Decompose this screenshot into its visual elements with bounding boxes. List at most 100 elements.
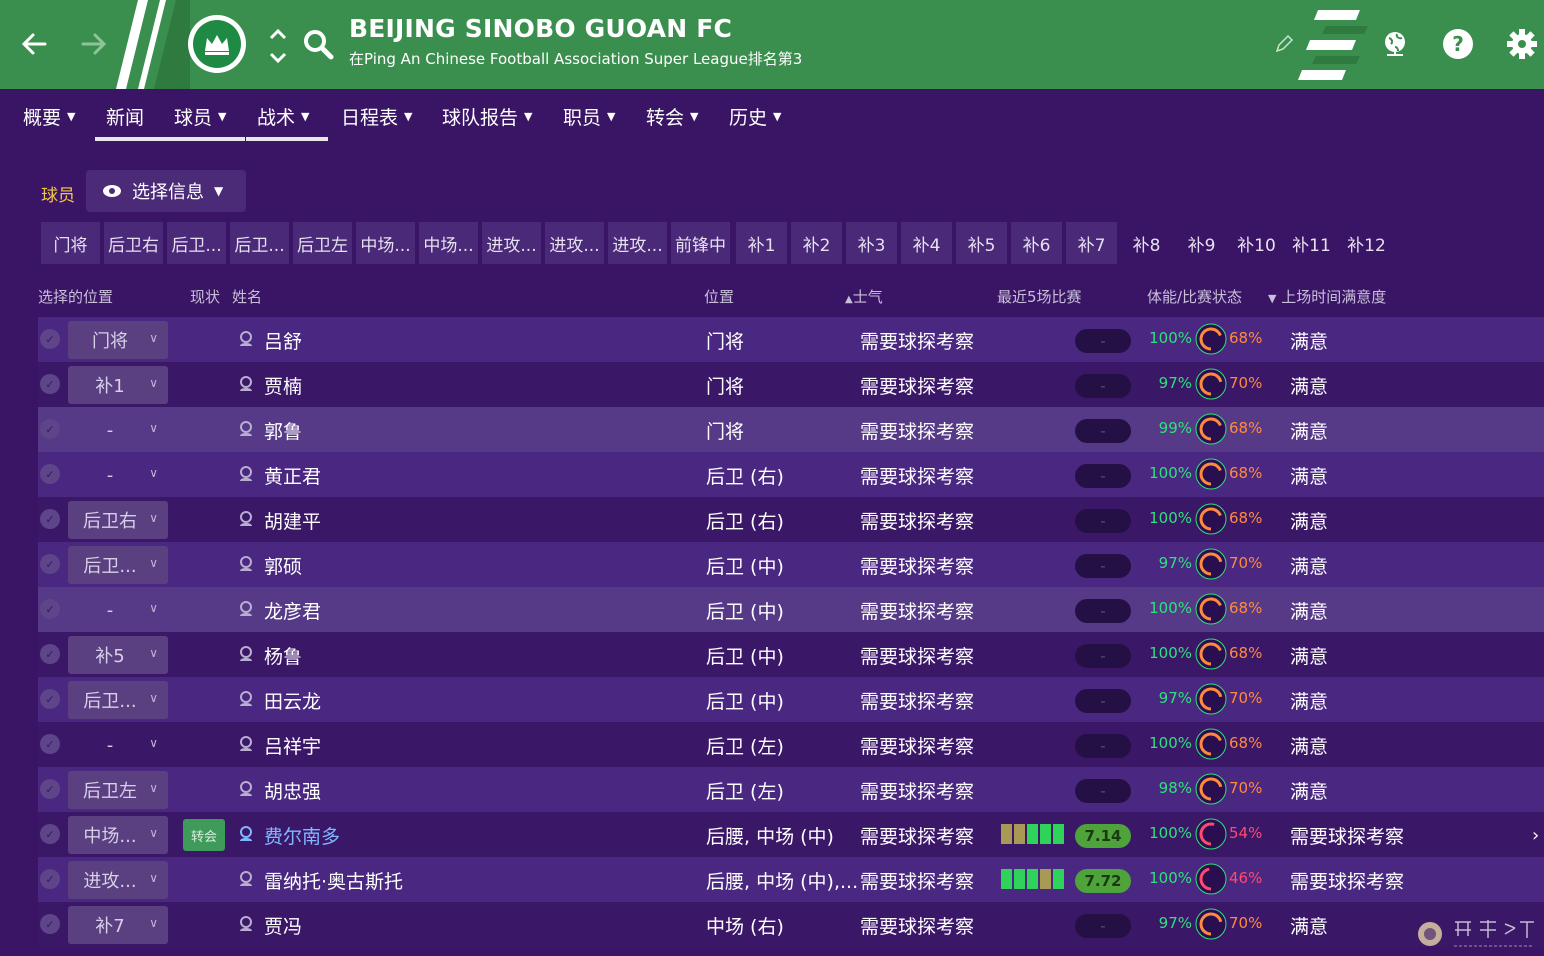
menu-tactics[interactable]: 战术 ▼ <box>257 103 309 130</box>
header-condition[interactable]: 体能/比赛状态 <box>1147 286 1242 307</box>
table-row[interactable]: ✓ - ∨ 吕祥宇 后卫 (左) 需要球探考察 100% 68% 满意 - <box>38 722 1544 767</box>
transfer-status-badge[interactable]: 转会 <box>183 819 225 851</box>
header-playing-time[interactable]: ▼ 上场时间满意度 <box>1268 286 1386 307</box>
checkmark-icon[interactable]: ✓ <box>40 869 60 889</box>
position-tab[interactable]: 补6 <box>1011 222 1062 264</box>
table-row[interactable]: ✓ - ∨ 郭鲁 门将 需要球探考察 99% 68% 满意 - <box>38 407 1544 452</box>
selected-position-dropdown[interactable]: 补1 ∨ <box>68 366 168 404</box>
player-name[interactable]: 龙彦君 <box>264 597 321 624</box>
checkmark-icon[interactable]: ✓ <box>40 464 60 484</box>
menu-overview[interactable]: 概要 ▼ <box>23 103 75 130</box>
player-name[interactable]: 黄正君 <box>264 462 321 489</box>
checkmark-icon[interactable]: ✓ <box>40 554 60 574</box>
table-row[interactable]: ✓ 后卫左 ∨ 胡忠强 后卫 (左) 需要球探考察 98% 70% 满意 - <box>38 767 1544 812</box>
position-tab[interactable]: 补8 <box>1121 222 1172 264</box>
position-tab[interactable]: 补9 <box>1176 222 1227 264</box>
header-morale[interactable]: ▲士气 <box>845 286 883 307</box>
globe-icon[interactable] <box>1375 24 1415 64</box>
position-tab[interactable]: 后卫... <box>230 222 289 264</box>
selected-position-dropdown[interactable]: 后卫左 ∨ <box>68 771 168 809</box>
checkmark-icon[interactable]: ✓ <box>40 734 60 754</box>
selected-position-dropdown[interactable]: 后卫... ∨ <box>68 546 168 584</box>
player-name[interactable]: 田云龙 <box>264 687 321 714</box>
position-tab[interactable]: 后卫... <box>167 222 226 264</box>
menu-news[interactable]: 新闻 <box>106 103 144 130</box>
position-tab[interactable]: 中场... <box>356 222 415 264</box>
table-row[interactable]: ✓ - ∨ 龙彦君 后卫 (中) 需要球探考察 100% 68% 满意 - <box>38 587 1544 632</box>
player-name[interactable]: 郭硕 <box>264 552 302 579</box>
header-name[interactable]: 姓名 <box>232 286 262 307</box>
selected-position-dropdown[interactable]: 进攻... ∨ <box>68 861 168 899</box>
player-name[interactable]: 郭鲁 <box>264 417 302 444</box>
checkmark-icon[interactable]: ✓ <box>40 914 60 934</box>
selected-position-dropdown[interactable]: - ∨ <box>68 411 168 449</box>
menu-history[interactable]: 历史 ▼ <box>729 103 781 130</box>
table-row[interactable]: ✓ 后卫... ∨ 田云龙 后卫 (中) 需要球探考察 97% 70% 满意 - <box>38 677 1544 722</box>
club-crest-icon[interactable] <box>188 15 246 73</box>
position-tab[interactable]: 补7 <box>1066 222 1117 264</box>
position-tab[interactable]: 进攻... <box>482 222 541 264</box>
selected-position-dropdown[interactable]: 门将 ∨ <box>68 321 168 359</box>
table-row[interactable]: ✓ 门将 ∨ 吕舒 门将 需要球探考察 100% 68% 满意 - <box>38 317 1544 362</box>
table-row[interactable]: ✓ 补1 ∨ 贾楠 门将 需要球探考察 97% 70% 满意 - <box>38 362 1544 407</box>
position-tab[interactable]: 进攻... <box>608 222 667 264</box>
header-position[interactable]: 位置 <box>704 286 734 307</box>
header-status[interactable]: 现状 <box>190 286 220 307</box>
position-tab[interactable]: 后卫右 <box>104 222 163 264</box>
player-name[interactable]: 雷纳托·奥古斯托 <box>264 867 403 894</box>
selected-position-dropdown[interactable]: - ∨ <box>68 591 168 629</box>
selected-position-dropdown[interactable]: 后卫... ∨ <box>68 681 168 719</box>
player-name[interactable]: 吕祥宇 <box>264 732 321 759</box>
position-tab[interactable]: 补10 <box>1231 222 1282 264</box>
table-row[interactable]: ✓ 补7 ∨ 贾冯 中场 (右) 需要球探考察 97% 70% 满意 - <box>38 902 1544 947</box>
table-row[interactable]: ✓ 补5 ∨ 杨鲁 后卫 (中) 需要球探考察 100% 68% 满意 - <box>38 632 1544 677</box>
position-tab[interactable]: 补12 <box>1341 222 1392 264</box>
menu-staff[interactable]: 职员 ▼ <box>563 103 615 130</box>
selected-position-dropdown[interactable]: 补5 ∨ <box>68 636 168 674</box>
position-tab[interactable]: 补2 <box>791 222 842 264</box>
position-tab[interactable]: 后卫左 <box>293 222 352 264</box>
table-row[interactable]: ✓ 中场... ∨ 转会 费尔南多 后腰, 中场 (中) 需要球探考察 100% 54% 需要球探… <box>38 812 1544 857</box>
help-icon[interactable]: ? <box>1438 24 1478 64</box>
league-position-subtitle[interactable]: 在Ping An Chinese Football Association Su… <box>349 48 802 69</box>
menu-players[interactable]: 球员 ▼ <box>174 103 226 130</box>
search-icon[interactable] <box>302 28 334 60</box>
player-name[interactable]: 吕舒 <box>264 327 302 354</box>
checkmark-icon[interactable]: ✓ <box>40 419 60 439</box>
checkmark-icon[interactable]: ✓ <box>40 599 60 619</box>
position-tab[interactable]: 补4 <box>901 222 952 264</box>
checkmark-icon[interactable]: ✓ <box>40 329 60 349</box>
select-info-dropdown[interactable]: 选择信息 ▼ <box>86 170 246 212</box>
selected-position-dropdown[interactable]: 中场... ∨ <box>68 816 168 854</box>
position-tab[interactable]: 补1 <box>736 222 787 264</box>
checkmark-icon[interactable]: ✓ <box>40 689 60 709</box>
checkmark-icon[interactable]: ✓ <box>40 374 60 394</box>
selected-position-dropdown[interactable]: 补7 ∨ <box>68 906 168 944</box>
up-down-icon[interactable] <box>266 24 290 68</box>
player-name[interactable]: 胡建平 <box>264 507 321 534</box>
position-tab[interactable]: 补5 <box>956 222 1007 264</box>
table-row[interactable]: ✓ 后卫右 ∨ 胡建平 后卫 (右) 需要球探考察 100% 68% 满意 - <box>38 497 1544 542</box>
player-name[interactable]: 杨鲁 <box>264 642 302 669</box>
position-tab[interactable]: 前锋中 <box>671 222 730 264</box>
header-selected-position[interactable]: 选择的位置 <box>38 286 113 307</box>
position-tab[interactable]: 门将 <box>41 222 100 264</box>
player-name[interactable]: 贾楠 <box>264 372 302 399</box>
menu-schedule[interactable]: 日程表 ▼ <box>341 103 412 130</box>
position-tab[interactable]: 中场... <box>419 222 478 264</box>
selected-position-dropdown[interactable]: 后卫右 ∨ <box>68 501 168 539</box>
selected-position-dropdown[interactable]: - ∨ <box>68 456 168 494</box>
checkmark-icon[interactable]: ✓ <box>40 509 60 529</box>
position-tab[interactable]: 补11 <box>1286 222 1337 264</box>
checkmark-icon[interactable]: ✓ <box>40 779 60 799</box>
player-name[interactable]: 贾冯 <box>264 912 302 939</box>
position-tab[interactable]: 进攻... <box>545 222 604 264</box>
table-row[interactable]: ✓ 后卫... ∨ 郭硕 后卫 (中) 需要球探考察 97% 70% 满意 - <box>38 542 1544 587</box>
edit-pencil-icon[interactable] <box>1274 34 1294 54</box>
checkmark-icon[interactable]: ✓ <box>40 644 60 664</box>
checkmark-icon[interactable]: ✓ <box>40 824 60 844</box>
table-row[interactable]: ✓ - ∨ 黄正君 后卫 (右) 需要球探考察 100% 68% 满意 - <box>38 452 1544 497</box>
back-arrow-icon[interactable] <box>12 22 56 66</box>
player-name[interactable]: 费尔南多 <box>264 822 340 849</box>
position-tab[interactable]: 补3 <box>846 222 897 264</box>
